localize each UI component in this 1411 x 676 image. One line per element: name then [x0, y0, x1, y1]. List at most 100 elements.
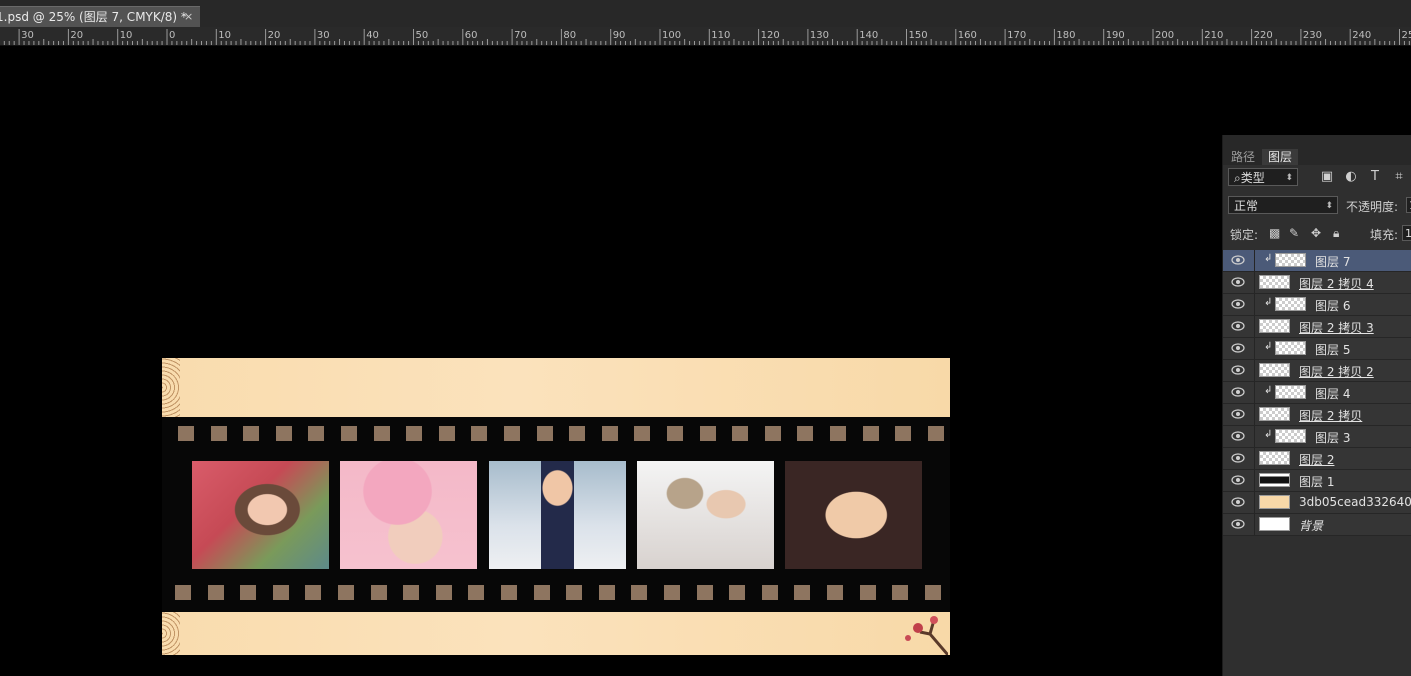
filter-kind-select[interactable]: ⌕类型 ⬍	[1228, 168, 1298, 186]
sprocket-hole	[536, 426, 553, 441]
sprocket-hole	[504, 426, 520, 441]
film-bottom-band	[162, 612, 950, 655]
lock-all-icon[interactable]: 🔒︎	[1333, 226, 1339, 241]
layer-thumbnail[interactable]	[1259, 451, 1290, 465]
ruler-label: 30	[317, 30, 330, 41]
layer-thumbnail[interactable]	[1259, 275, 1290, 289]
layer-thumbnail[interactable]	[1259, 407, 1290, 421]
visibility-eye-icon[interactable]	[1231, 343, 1245, 353]
sprocket-hole	[927, 426, 944, 441]
sprocket-hole	[598, 585, 615, 600]
visibility-eye-icon[interactable]	[1231, 299, 1245, 309]
layer-row[interactable]: 图层 2	[1223, 448, 1411, 470]
visibility-eye-icon[interactable]	[1231, 409, 1245, 419]
document-tab[interactable]: 1.psd @ 25% (图层 7, CMYK/8) * ×	[0, 6, 200, 27]
sprocket-hole	[210, 426, 227, 441]
ruler-label: 10	[218, 30, 231, 41]
layer-row[interactable]: 图层 2 拷贝 3	[1223, 316, 1411, 338]
layer-row[interactable]: ↲ 图层 7	[1223, 250, 1411, 272]
ruler-label: 110	[711, 30, 730, 41]
layer-thumbnail[interactable]	[1275, 341, 1306, 355]
ruler-label: 40	[366, 30, 379, 41]
sprocket-hole	[764, 426, 781, 441]
layer-name: 图层 4	[1315, 387, 1351, 401]
text-filter-icon[interactable]: T	[1367, 169, 1383, 185]
ruler-label: 100	[662, 30, 681, 41]
adjustment-filter-icon[interactable]: ◐	[1343, 169, 1359, 185]
layer-row[interactable]: ↲ 图层 5	[1223, 338, 1411, 360]
sprocket-hole	[761, 585, 778, 600]
ruler-label: 90	[613, 30, 626, 41]
layer-name: 图层 2 拷贝 2	[1299, 365, 1374, 379]
divider	[1254, 404, 1255, 425]
layer-thumbnail[interactable]	[1275, 385, 1306, 399]
divider	[1254, 316, 1255, 337]
ruler-label: 210	[1204, 30, 1223, 41]
tab-layers[interactable]: 图层	[1262, 149, 1299, 165]
layer-thumbnail[interactable]	[1259, 517, 1290, 531]
visibility-eye-icon[interactable]	[1231, 431, 1245, 441]
sprocket-hole	[341, 426, 357, 441]
sprocket-hole	[501, 585, 517, 600]
baby-photo-5	[785, 461, 922, 569]
tab-paths[interactable]: 路径	[1225, 149, 1261, 165]
lock-transparent-icon[interactable]: ▩	[1269, 226, 1280, 240]
layer-row[interactable]: 3db05cead3326403a6	[1223, 492, 1411, 514]
blend-mode-select[interactable]: 正常 ⬍	[1228, 196, 1338, 214]
layer-thumbnail[interactable]	[1259, 473, 1290, 487]
chevron-updown-icon: ⬍	[1325, 201, 1333, 211]
layer-name: 图层 1	[1299, 475, 1335, 489]
panel-tab-bar: 路径 图层	[1223, 135, 1411, 165]
image-filter-icon[interactable]: ▣	[1319, 169, 1335, 185]
shape-filter-icon[interactable]: ⌗	[1391, 169, 1407, 185]
sprocket-hole	[859, 585, 876, 600]
visibility-eye-icon[interactable]	[1231, 321, 1245, 331]
sprocket-hole	[892, 585, 909, 600]
sprocket-hole	[533, 585, 550, 600]
ruler-label: 150	[909, 30, 928, 41]
layer-row[interactable]: ↲ 图层 6	[1223, 294, 1411, 316]
visibility-eye-icon[interactable]	[1231, 497, 1245, 507]
layer-row[interactable]: 图层 2 拷贝 4	[1223, 272, 1411, 294]
visibility-eye-icon[interactable]	[1231, 475, 1245, 485]
layer-thumbnail[interactable]	[1275, 297, 1306, 311]
horizontal-ruler[interactable]: 30 20 10 0 10 20 30 40 50 60 70 80 90 100 110 120 130 140…	[0, 27, 1411, 46]
layer-thumbnail[interactable]	[1259, 495, 1290, 509]
opacity-input[interactable]: 1	[1406, 197, 1411, 213]
layer-name: 3db05cead3326403a6	[1299, 495, 1411, 509]
visibility-eye-icon[interactable]	[1231, 387, 1245, 397]
layer-row[interactable]: ↲ 图层 3	[1223, 426, 1411, 448]
visibility-eye-icon[interactable]	[1231, 365, 1245, 375]
visibility-eye-icon[interactable]	[1231, 255, 1245, 265]
visibility-eye-icon[interactable]	[1231, 519, 1245, 529]
layers-list: ↲ 图层 7 图层 2 拷贝 4 ↲ 图层 6 图层 2 拷贝 3 ↲ 图层 5 图层 2 拷贝…	[1223, 250, 1411, 536]
close-tab-icon[interactable]: ×	[184, 7, 193, 27]
fill-input[interactable]: 1	[1402, 225, 1411, 241]
layer-row[interactable]: 图层 1	[1223, 470, 1411, 492]
divider	[1254, 272, 1255, 293]
lock-paint-icon[interactable]: ✎	[1289, 226, 1299, 240]
divider	[1254, 426, 1255, 447]
layer-thumbnail[interactable]	[1275, 429, 1306, 443]
sprocket-hole	[797, 426, 814, 441]
layer-row[interactable]: 图层 2 拷贝	[1223, 404, 1411, 426]
layer-thumbnail[interactable]	[1275, 253, 1306, 267]
sprocket-hole	[275, 426, 292, 441]
layer-row[interactable]: 背景	[1223, 514, 1411, 536]
layer-thumbnail[interactable]	[1259, 363, 1290, 377]
film-strip-artwork[interactable]	[162, 358, 950, 655]
divider	[1254, 470, 1255, 491]
layer-name: 图层 7	[1315, 255, 1351, 269]
lock-move-icon[interactable]: ✥	[1311, 226, 1321, 240]
layer-name: 背景	[1299, 519, 1324, 533]
sprocket-hole	[435, 585, 452, 600]
sprocket-hole	[373, 426, 390, 441]
layer-thumbnail[interactable]	[1259, 319, 1290, 333]
layer-row[interactable]: ↲ 图层 4	[1223, 382, 1411, 404]
visibility-eye-icon[interactable]	[1231, 453, 1245, 463]
clipping-mask-icon: ↲	[1264, 385, 1273, 396]
visibility-eye-icon[interactable]	[1231, 277, 1245, 287]
opacity-label: 不透明度:	[1346, 200, 1399, 214]
layer-row[interactable]: 图层 2 拷贝 2	[1223, 360, 1411, 382]
ruler-label: 170	[1007, 30, 1026, 41]
